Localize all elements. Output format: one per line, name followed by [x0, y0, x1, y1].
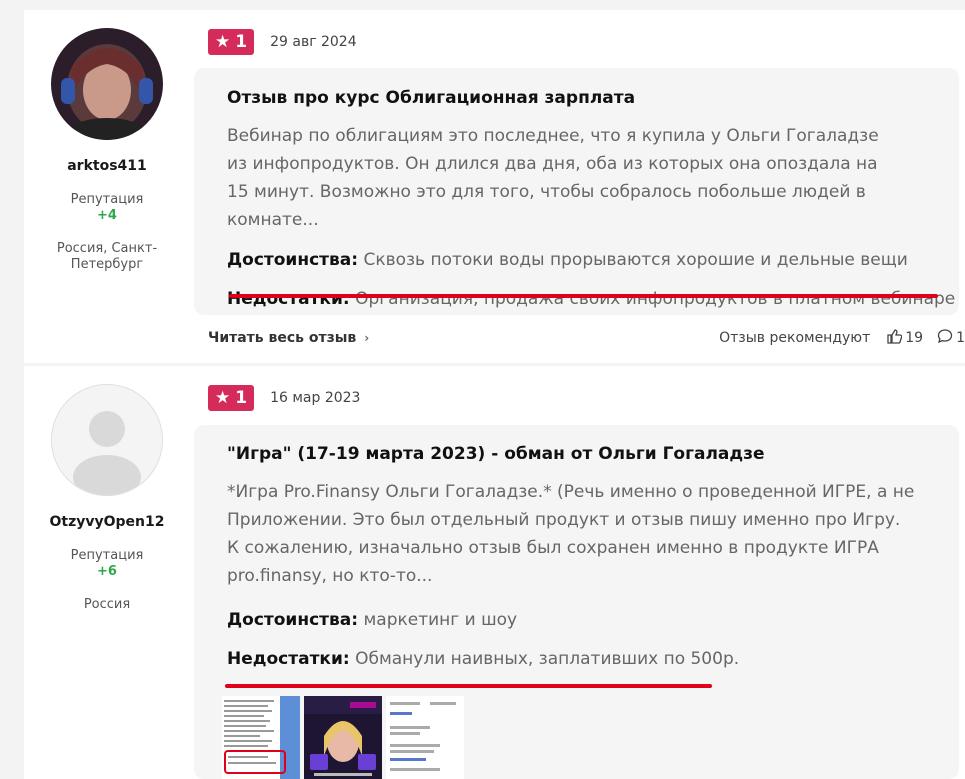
star-icon: ★: [215, 32, 231, 52]
review-date: 16 мар 2023: [270, 390, 361, 406]
review-body[interactable]: Отзыв про курс Облигационная зарплата Ве…: [194, 68, 959, 315]
user-location: Россия: [83, 597, 131, 612]
cons-label: Недостатки:: [227, 289, 350, 309]
cons-row: Недостатки: Обманули наивных, заплативши…: [227, 649, 959, 669]
comments-button[interactable]: 1: [937, 328, 965, 348]
cons-text: Организация, продажа своих инфопродуктов…: [355, 289, 956, 309]
attachment-thumbnail[interactable]: [386, 696, 464, 779]
thumbs-up-icon: [886, 328, 903, 348]
cons-text: Обманули наивных, заплативших по 500р.: [355, 649, 740, 669]
star-icon: ★: [215, 388, 231, 408]
review-title[interactable]: "Игра" (17-19 марта 2023) - обман от Оль…: [227, 425, 959, 464]
review-card: arktos411 Репутация +4 Россия, Санкт-Пет…: [24, 10, 965, 363]
rating-badge: ★ 1: [208, 29, 255, 55]
cons-row: Недостатки: Организация, продажа своих и…: [227, 289, 959, 309]
review-excerpt: Вебинар по облигациям это последнее, что…: [227, 126, 879, 230]
pros-row: Достоинства: маркетинг и шоу: [227, 610, 959, 630]
rating-badge: ★ 1: [208, 385, 255, 411]
review-card: OtzyvyOpen12 Репутация +6 Россия ★ 1 16 …: [24, 366, 965, 779]
attachment-thumbnail[interactable]: [222, 696, 300, 779]
reputation-value: +4: [97, 208, 117, 223]
review-date: 29 авг 2024: [270, 34, 357, 50]
highlight-underline: [225, 684, 712, 688]
attachment-thumbnail[interactable]: [304, 696, 382, 779]
highlight-underline: [229, 294, 938, 298]
reputation-label: Репутация: [70, 192, 144, 207]
rating-value: 1: [235, 32, 248, 52]
author-block: OtzyvyOpen12 Репутация +6 Россия: [24, 384, 190, 613]
read-more-label: Читать весь отзыв: [208, 330, 357, 346]
review-title[interactable]: Отзыв про курс Облигационная зарплата: [227, 68, 959, 108]
review-meta: ★ 1 16 мар 2023: [208, 385, 360, 411]
review-footer: Читать весь отзыв › Отзыв рекомендуют 19…: [208, 327, 965, 349]
review-stats: Отзыв рекомендуют 19 1: [719, 328, 965, 348]
avatar[interactable]: [51, 384, 163, 496]
avatar[interactable]: [51, 28, 163, 140]
author-block: arktos411 Репутация +4 Россия, Санкт-Пет…: [24, 28, 190, 273]
comment-icon: [937, 328, 953, 348]
user-location: Россия, Санкт-Петербург: [56, 241, 158, 272]
rating-value: 1: [235, 388, 248, 408]
pros-text: Сквозь потоки воды прорываются хорошие и…: [363, 250, 908, 270]
username[interactable]: arktos411: [24, 158, 190, 174]
reputation-value: +6: [97, 564, 117, 579]
like-button[interactable]: 19: [886, 328, 923, 348]
chevron-right-icon: ›: [364, 331, 370, 345]
review-excerpt: *Игра Pro.Finansy Ольги Гогаладзе.* (Реч…: [227, 482, 915, 586]
recommend-label: Отзыв рекомендуют: [719, 330, 871, 346]
comments-count: 1: [956, 330, 965, 346]
review-meta: ★ 1 29 авг 2024: [208, 29, 357, 55]
attachments-gallery: [222, 696, 464, 779]
reputation-label: Репутация: [70, 548, 144, 563]
read-more-link[interactable]: Читать весь отзыв ›: [208, 330, 369, 346]
pros-label: Достоинства:: [227, 610, 359, 630]
pros-label: Достоинства:: [227, 250, 359, 270]
pros-text: маркетинг и шоу: [363, 610, 518, 630]
username[interactable]: OtzyvyOpen12: [24, 514, 190, 530]
cons-label: Недостатки:: [227, 649, 350, 669]
pros-row: Достоинства: Сквозь потоки воды прорываю…: [227, 250, 959, 270]
likes-count: 19: [905, 330, 924, 346]
